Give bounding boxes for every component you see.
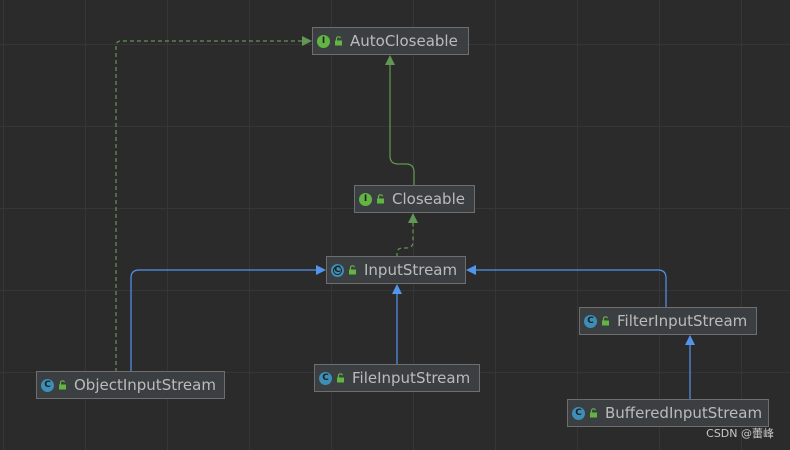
unlocked-padlock-icon [602,316,609,326]
class-icon: C [41,378,54,392]
node-label: ObjectInputStream [74,376,216,394]
node-label: FileInputStream [352,369,471,387]
unlocked-padlock-icon [335,36,342,46]
node-inputstream[interactable]: C InputStream [326,256,466,284]
edge-filterinputstream-to-inputstream [466,265,667,308]
watermark: CSDN @蕾峰 [706,427,774,440]
node-label: InputStream [364,261,458,279]
interface-icon: I [359,192,372,206]
interface-icon: I [317,34,330,48]
class-icon: C [572,406,585,420]
class-icon: C [584,314,597,328]
node-autocloseable[interactable]: I AutoCloseable [312,27,469,55]
node-closeable[interactable]: I Closeable [354,185,475,213]
node-label: BufferedInputStream [605,404,763,422]
node-objectinputstream[interactable]: C ObjectInputStream [36,371,225,399]
node-label: AutoCloseable [350,32,458,50]
class-icon: C [319,371,332,385]
unlocked-padlock-icon [590,408,597,418]
edge-closeable-to-autocloseable [385,55,415,186]
unlocked-padlock-icon [59,380,66,390]
edge-inputstream-to-closeable [396,213,418,257]
node-filterinputstream[interactable]: C FilterInputStream [579,307,757,335]
unlocked-padlock-icon [349,265,356,275]
edge-objectinputstream-to-inputstream [130,265,326,372]
unlocked-padlock-icon [337,373,344,383]
edge-objectinputstream-to-autocloseable [115,36,312,372]
node-label: Closeable [392,190,465,208]
unlocked-padlock-icon [377,194,384,204]
diagram-canvas: I AutoCloseable I Closeable C InputStrea… [0,0,790,450]
node-label: FilterInputStream [617,312,748,330]
abstract-class-icon: C [331,263,344,277]
node-bufferedinputstream[interactable]: C BufferedInputStream [567,399,769,427]
node-fileinputstream[interactable]: C FileInputStream [314,364,480,392]
